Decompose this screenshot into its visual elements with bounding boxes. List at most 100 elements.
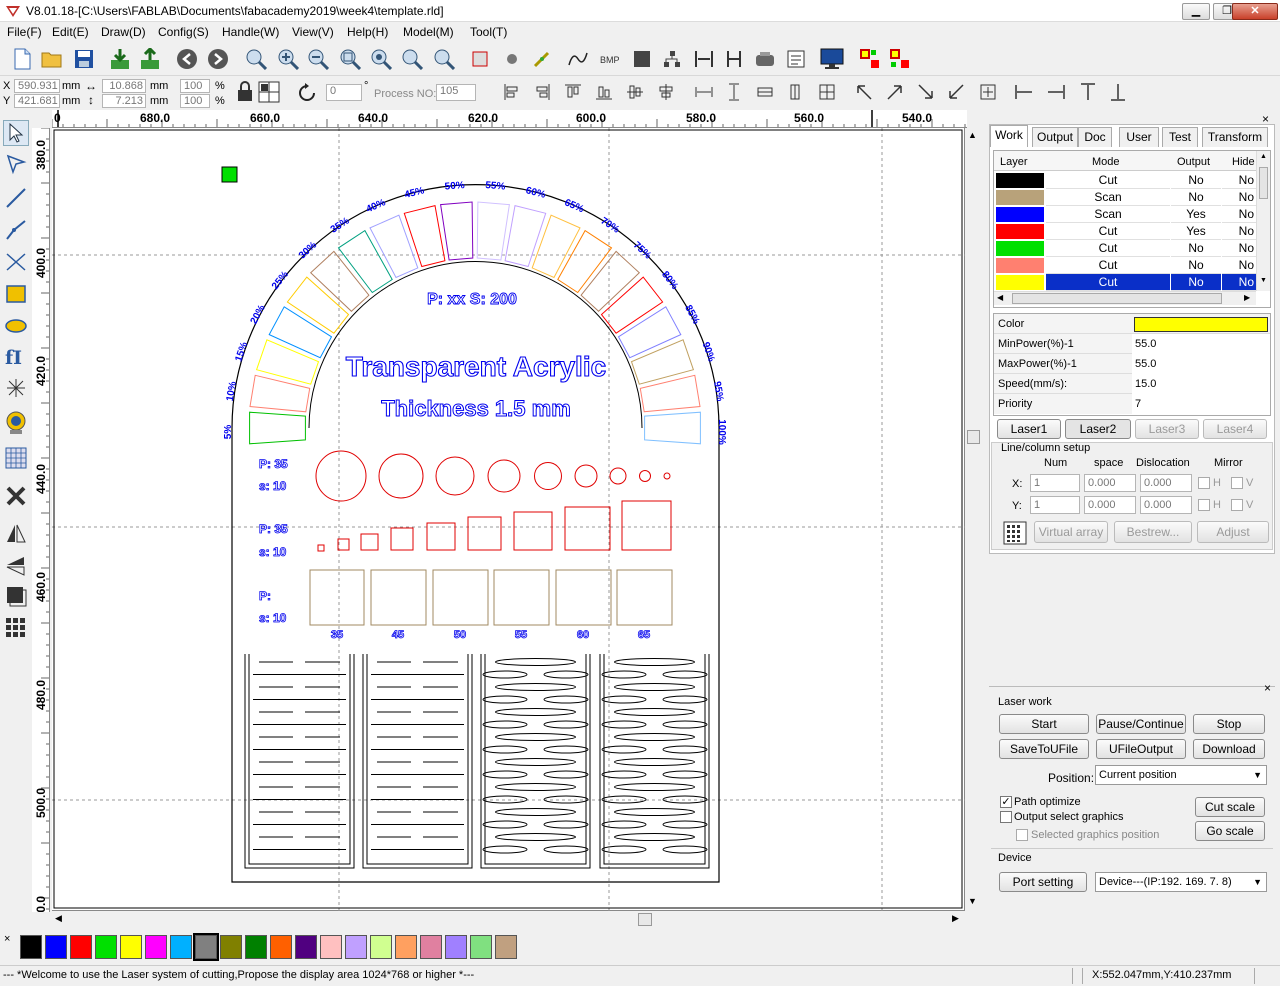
rotate-field[interactable]: 0	[326, 84, 362, 101]
scan-square[interactable]	[493, 569, 550, 626]
test-circle[interactable]	[534, 462, 562, 490]
layer-scroll-left-icon[interactable]: ◀	[997, 293, 1003, 302]
power-label[interactable]: 60	[576, 629, 589, 642]
array-x-space[interactable]: 0.000	[1084, 474, 1136, 492]
layer-mode[interactable]: Scan	[1046, 189, 1170, 206]
frame-tool-icon[interactable]	[4, 584, 28, 611]
palette-swatch[interactable]	[495, 935, 517, 959]
pen-icon[interactable]	[530, 47, 554, 71]
y-position-field[interactable]: 421.681	[14, 94, 60, 108]
layer-output[interactable]: No	[1171, 274, 1221, 291]
layer-color-swatch[interactable]	[996, 224, 1044, 239]
percent-label[interactable]: 95%	[711, 381, 725, 403]
layer-row[interactable]: Cut No No	[994, 257, 1256, 274]
palette-swatch[interactable]	[420, 935, 442, 959]
layer-output[interactable]: No	[1171, 240, 1221, 257]
tab-work[interactable]: Work	[990, 125, 1028, 147]
layer-output[interactable]: No	[1171, 172, 1221, 189]
layer-scroll-right-icon[interactable]: ▶	[1244, 293, 1250, 302]
align-grid2-icon[interactable]	[888, 47, 912, 71]
palette-swatch[interactable]	[20, 935, 42, 959]
hinge-frame[interactable]	[362, 654, 473, 869]
tab-doc[interactable]: Doc	[1078, 127, 1112, 147]
stop-button[interactable]: Stop	[1193, 714, 1265, 734]
align-grid-icon[interactable]	[858, 47, 882, 71]
palette-swatch[interactable]	[70, 935, 92, 959]
gauge-box[interactable]	[337, 229, 393, 294]
array-grid-icon[interactable]	[1003, 521, 1027, 545]
layer-output[interactable]: No	[1171, 189, 1221, 206]
process-field[interactable]: 105	[436, 84, 476, 101]
layer-row[interactable]: Cut No No	[994, 274, 1256, 291]
gauge-box[interactable]	[369, 214, 419, 279]
gauge-box[interactable]	[476, 201, 510, 261]
center-page-icon[interactable]	[815, 80, 839, 104]
layer-color-swatch[interactable]	[996, 258, 1044, 273]
menu-config[interactable]: Config(S)	[158, 25, 209, 39]
port-setting-button[interactable]: Port setting	[999, 872, 1087, 892]
row2-p-label[interactable]: P: 35	[259, 522, 289, 537]
scan-square[interactable]	[555, 569, 612, 626]
test-circle[interactable]	[609, 467, 627, 485]
menu-model[interactable]: Model(M)	[403, 25, 454, 39]
row3-s-label[interactable]: s: 10	[259, 611, 287, 626]
row2-s-label[interactable]: s: 10	[259, 545, 287, 560]
power-label[interactable]: 55	[514, 629, 527, 642]
anchor-grid-icon[interactable]	[258, 81, 280, 103]
percent-label[interactable]: 30%	[297, 240, 319, 262]
curve-tool-icon[interactable]	[4, 250, 28, 277]
percent-label[interactable]: 50%	[444, 180, 465, 193]
move-bottom-icon[interactable]	[1106, 80, 1130, 104]
spacing-h-icon[interactable]	[692, 47, 716, 71]
test-circle[interactable]	[663, 472, 671, 480]
layer-mode[interactable]: Cut	[1046, 274, 1170, 291]
align-center-h-icon[interactable]	[654, 80, 678, 104]
layer-row[interactable]: Scan Yes No	[994, 206, 1256, 223]
percent-label[interactable]: 100%	[716, 419, 727, 445]
frame-icon[interactable]	[468, 47, 492, 71]
palette-swatch[interactable]	[370, 935, 392, 959]
node-tool-icon[interactable]	[4, 152, 28, 179]
scroll-down-icon[interactable]: ▼	[968, 896, 977, 906]
zoom-data-icon[interactable]	[369, 47, 393, 71]
equal-height-icon[interactable]	[722, 80, 746, 104]
rotate-icon[interactable]	[296, 82, 318, 104]
scan-square[interactable]	[309, 569, 365, 626]
layer-hide[interactable]: No	[1222, 274, 1256, 291]
layer-hide[interactable]: No	[1222, 206, 1256, 223]
same-size-icon[interactable]	[753, 80, 777, 104]
prop-color-swatch[interactable]	[1134, 317, 1268, 332]
select-tool-icon[interactable]	[3, 120, 29, 146]
menu-handle[interactable]: Handle(W)	[222, 25, 279, 39]
percent-label[interactable]: 45%	[403, 185, 425, 201]
virtual-array-button[interactable]: Virtual array	[1034, 521, 1108, 543]
layer-output[interactable]: Yes	[1171, 223, 1221, 240]
palette-swatch[interactable]	[220, 935, 242, 959]
laserwork-close-icon[interactable]: ×	[1264, 681, 1271, 695]
layer-mode[interactable]: Cut	[1046, 257, 1170, 274]
tree-icon[interactable]	[660, 47, 684, 71]
palette-swatch[interactable]	[320, 935, 342, 959]
gauge-box[interactable]	[309, 250, 370, 312]
scan-square[interactable]	[432, 569, 489, 626]
mirror-x-h-check[interactable]	[1198, 477, 1210, 489]
list-icon[interactable]	[784, 47, 808, 71]
node-edit-icon[interactable]	[500, 47, 524, 71]
layer-hide[interactable]: No	[1222, 223, 1256, 240]
percent-label[interactable]: 85%	[682, 303, 701, 326]
zoom-out-icon[interactable]	[306, 47, 330, 71]
zoom-all-icon[interactable]	[432, 47, 456, 71]
save-to-ufile-button[interactable]: SaveToUFile	[999, 739, 1089, 759]
layer-hscroll[interactable]: ◀ ▶	[994, 291, 1256, 305]
undo-icon[interactable]	[175, 47, 199, 71]
tab-user[interactable]: User	[1119, 127, 1159, 147]
pause-continue-button[interactable]: Pause/Continue	[1096, 714, 1186, 734]
test-circle[interactable]	[378, 453, 424, 499]
equal-width-icon[interactable]	[692, 80, 716, 104]
mirror-y-h-check[interactable]	[1198, 499, 1210, 511]
thickness-text[interactable]: Thickness 1.5 mm	[381, 396, 572, 422]
position-select[interactable]: Current position ▼	[1095, 765, 1267, 785]
move-left-icon[interactable]	[1012, 80, 1036, 104]
scroll-up-icon[interactable]: ▲	[968, 130, 977, 140]
layer-color-swatch[interactable]	[996, 207, 1044, 222]
